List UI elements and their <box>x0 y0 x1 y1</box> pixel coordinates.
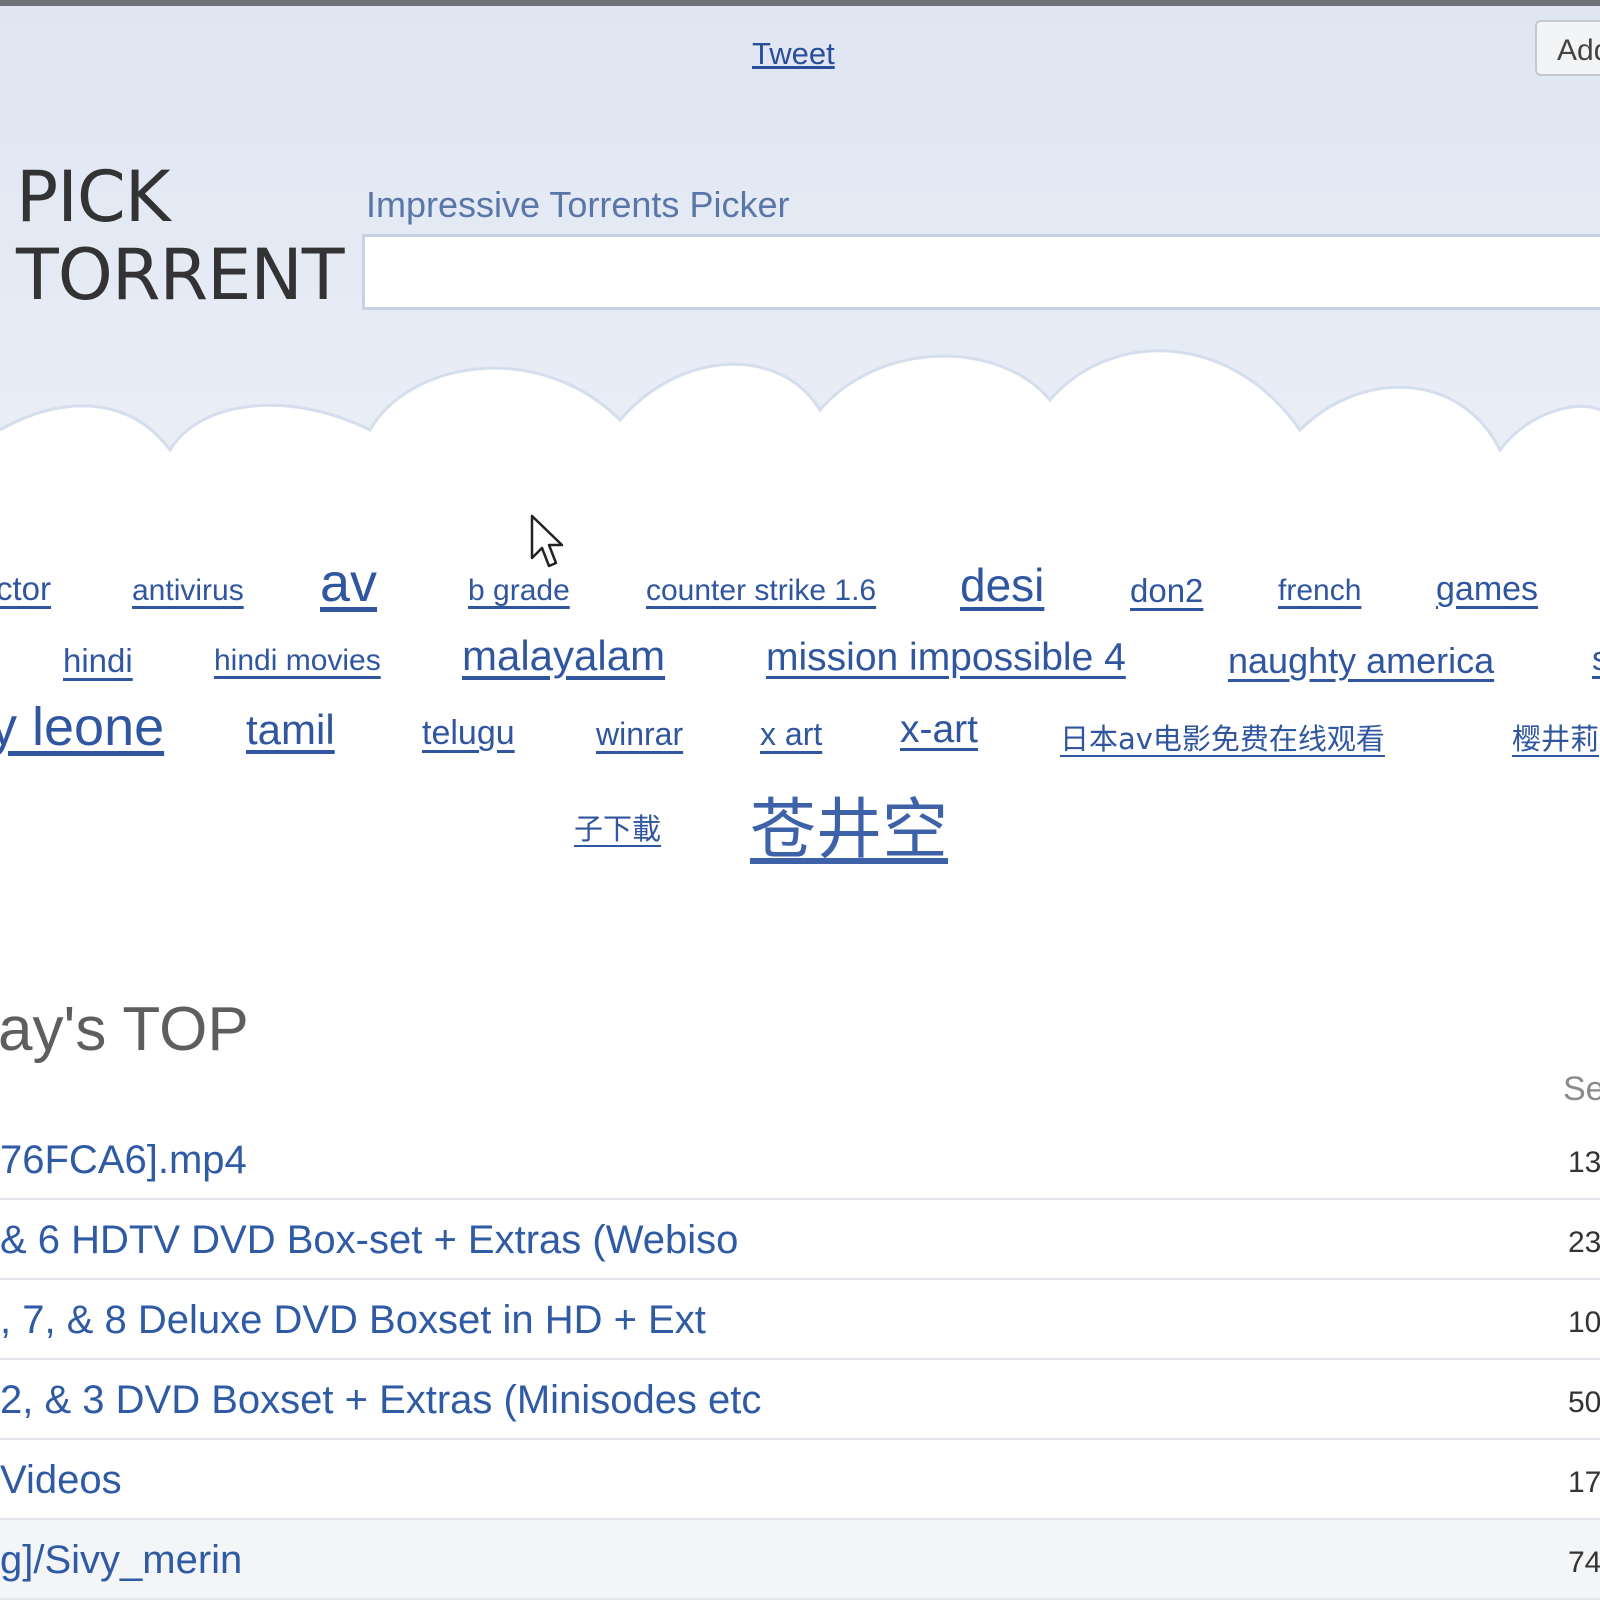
tag-link[interactable]: av <box>320 552 377 614</box>
tag-link[interactable]: s <box>1592 640 1600 679</box>
torrent-title-link[interactable]: , 7, & 8 Deluxe DVD Boxset in HD + Ext <box>0 1298 706 1343</box>
seeders-count: 17 <box>1568 1466 1600 1499</box>
tweet-link[interactable]: Tweet <box>752 36 835 72</box>
tag-link[interactable]: x art <box>760 716 822 753</box>
tag-link[interactable]: malayalam <box>462 632 665 680</box>
tag-link[interactable]: mission impossible 4 <box>766 636 1126 680</box>
table-row[interactable]: , 7, & 8 Deluxe DVD Boxset in HD + Ext 1… <box>0 1280 1600 1360</box>
tag-link[interactable]: games <box>1436 570 1538 609</box>
tag-link[interactable]: naughty america <box>1228 640 1494 682</box>
add-button[interactable]: Add <box>1535 20 1600 76</box>
torrent-title-link[interactable]: g]/Sivy_merin <box>0 1538 242 1583</box>
tag-link[interactable]: hindi <box>63 642 133 680</box>
seeders-count: 74 <box>1568 1546 1600 1579</box>
seeders-count: 13 <box>1568 1146 1600 1179</box>
tag-link[interactable]: 苍井空 <box>750 776 948 872</box>
seeders-count: 50 <box>1568 1386 1600 1419</box>
tag-link[interactable]: french <box>1278 574 1361 608</box>
table-row[interactable]: Videos 17 <box>0 1440 1600 1520</box>
table-row[interactable]: 76FCA6].mp4 13 <box>0 1120 1600 1200</box>
tag-link[interactable]: telugu <box>422 714 515 753</box>
seeders-count: 10 <box>1568 1306 1600 1339</box>
site-logo[interactable]: PICK TORRENT <box>16 156 344 316</box>
tag-link[interactable]: antivirus <box>132 574 244 608</box>
site-tagline: Impressive Torrents Picker <box>366 184 790 225</box>
seeders-column-header: Se <box>1563 1070 1600 1108</box>
torrent-title-link[interactable]: & 6 HDTV DVD Box-set + Extras (Webiso <box>0 1218 738 1263</box>
table-row[interactable]: & 6 HDTV DVD Box-set + Extras (Webiso 23 <box>0 1200 1600 1280</box>
logo-line-pick: PICK <box>16 156 171 238</box>
torrent-title-link[interactable]: 2, & 3 DVD Boxset + Extras (Minisodes et… <box>0 1378 761 1423</box>
tag-link[interactable]: tamil <box>246 706 335 754</box>
cloud-divider <box>0 349 1600 520</box>
torrent-title-link[interactable]: 76FCA6].mp4 <box>0 1138 247 1183</box>
tag-link[interactable]: don2 <box>1130 572 1203 610</box>
search-input[interactable] <box>362 234 1600 310</box>
tag-link[interactable]: 日本av电影免费在线观看 <box>1060 716 1385 758</box>
tag-link[interactable]: 子下載 <box>574 806 661 848</box>
tag-link[interactable]: winrar <box>596 716 683 753</box>
tag-link[interactable]: x-art <box>900 708 978 752</box>
todays-top-heading: ay's TOP <box>0 995 249 1064</box>
page: { "header": { "tweet_label": "Tweet", "a… <box>0 0 1600 1600</box>
tag-link[interactable]: b grade <box>468 574 570 608</box>
table-row[interactable]: g]/Sivy_merin 74 <box>0 1520 1600 1600</box>
mouse-cursor-icon <box>530 514 564 568</box>
logo-line-torrent: TORRENT <box>16 234 344 316</box>
tag-link[interactable]: y leone <box>0 696 164 758</box>
tag-link[interactable]: hindi movies <box>214 644 381 678</box>
tag-link[interactable]: 樱井莉 <box>1512 716 1599 758</box>
tag-link[interactable]: counter strike 1.6 <box>646 574 876 608</box>
torrent-title-link[interactable]: Videos <box>0 1458 122 1503</box>
table-row[interactable]: 2, & 3 DVD Boxset + Extras (Minisodes et… <box>0 1360 1600 1440</box>
seeders-count: 23 <box>1568 1226 1600 1259</box>
tag-link[interactable]: ctor <box>0 570 51 608</box>
tag-link[interactable]: desi <box>960 558 1044 612</box>
